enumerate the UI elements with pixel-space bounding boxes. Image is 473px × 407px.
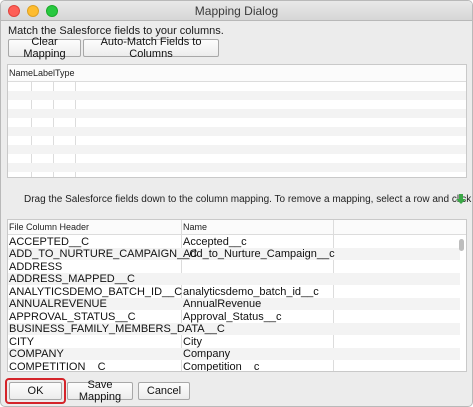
save-mapping-button[interactable]: Save Mapping xyxy=(67,379,133,403)
table-row[interactable]: ADDRESS_MAPPED__C xyxy=(8,273,460,285)
file-column-cell: ADD_TO_NURTURE_CAMPAIGN__C xyxy=(9,248,198,260)
field-name-cell: AnnualRevenue xyxy=(183,298,262,310)
field-name-cell: Company xyxy=(183,348,231,360)
fields-table-header: Name Label Type xyxy=(8,65,466,82)
column-header-file-column[interactable]: File Column Header xyxy=(9,222,89,232)
file-column-cell: ADDRESS xyxy=(9,261,63,273)
table-row[interactable]: ADD_TO_NURTURE_CAMPAIGN__C Add_to_Nurtur… xyxy=(8,248,460,260)
table-row[interactable]: ACCEPTED__C Accepted__c xyxy=(8,236,460,248)
title-bar[interactable]: Mapping Dialog xyxy=(1,1,472,21)
field-name-cell: analyticsdemo_batch_id__c xyxy=(183,286,319,298)
empty-row xyxy=(8,145,466,154)
salesforce-fields-table[interactable]: Name Label Type xyxy=(7,64,467,178)
column-header-label[interactable]: Label xyxy=(33,68,55,78)
empty-row xyxy=(8,127,466,136)
file-column-cell: ANALYTICSDEMO_BATCH_ID__C xyxy=(9,286,183,298)
field-name-cell: Approval_Status__c xyxy=(183,311,282,323)
column-header-name[interactable]: Name xyxy=(9,68,33,78)
table-row[interactable]: COMPETITION__C Competition__c xyxy=(8,361,460,372)
vertical-scrollbar[interactable] xyxy=(458,236,465,371)
table-row[interactable]: CITY City xyxy=(8,336,460,348)
file-column-cell: ADDRESS_MAPPED__C xyxy=(9,273,135,285)
table-row[interactable]: ANALYTICSDEMO_BATCH_ID__C analyticsdemo_… xyxy=(8,286,460,298)
file-column-cell: CITY xyxy=(9,336,35,348)
column-mapping-table[interactable]: File Column Header Name ACCEPTED__C Acce… xyxy=(7,219,467,372)
field-name-cell: City xyxy=(183,336,202,348)
clear-mapping-button[interactable]: Clear Mapping xyxy=(8,36,81,60)
empty-row xyxy=(8,91,466,100)
table-row[interactable]: ANNUALREVENUE AnnualRevenue xyxy=(8,298,460,310)
table-row[interactable]: COMPANY Company xyxy=(8,348,460,360)
field-name-cell: Accepted__c xyxy=(183,236,247,248)
column-header-type[interactable]: Type xyxy=(55,68,75,78)
column-header-name[interactable]: Name xyxy=(183,222,207,232)
table-row[interactable]: APPROVAL_STATUS__C Approval_Status__c xyxy=(8,311,460,323)
ok-button[interactable]: OK xyxy=(9,382,62,400)
cancel-button[interactable]: Cancel xyxy=(138,382,190,400)
empty-row xyxy=(8,109,466,118)
file-column-cell: ANNUALREVENUE xyxy=(9,298,107,310)
table-row[interactable]: ADDRESS xyxy=(8,261,460,273)
window-title: Mapping Dialog xyxy=(194,4,279,18)
drag-instruction: Drag the Salesforce fields down to the c… xyxy=(24,194,473,205)
down-arrow-icon xyxy=(456,194,466,204)
empty-row xyxy=(8,163,466,172)
file-column-cell: COMPANY xyxy=(9,348,64,360)
field-name-cell: Competition__c xyxy=(183,361,260,372)
file-column-cell: BUSINESS_FAMILY_MEMBERS_DATA__C xyxy=(9,323,225,335)
table-row[interactable]: BUSINESS_FAMILY_MEMBERS_DATA__C xyxy=(8,323,460,335)
file-column-cell: ACCEPTED__C xyxy=(9,236,90,248)
field-name-cell: Add_to_Nurture_Campaign__c xyxy=(183,248,335,260)
file-column-cell: APPROVAL_STATUS__C xyxy=(9,311,136,323)
mapping-dialog: Mapping Dialog Match the Salesforce fiel… xyxy=(0,0,473,407)
auto-match-button[interactable]: Auto-Match Fields to Columns xyxy=(83,36,219,60)
scrollbar-thumb[interactable] xyxy=(459,239,464,251)
file-column-cell: COMPETITION__C xyxy=(9,361,106,372)
mapping-table-header: File Column Header Name xyxy=(8,220,466,235)
